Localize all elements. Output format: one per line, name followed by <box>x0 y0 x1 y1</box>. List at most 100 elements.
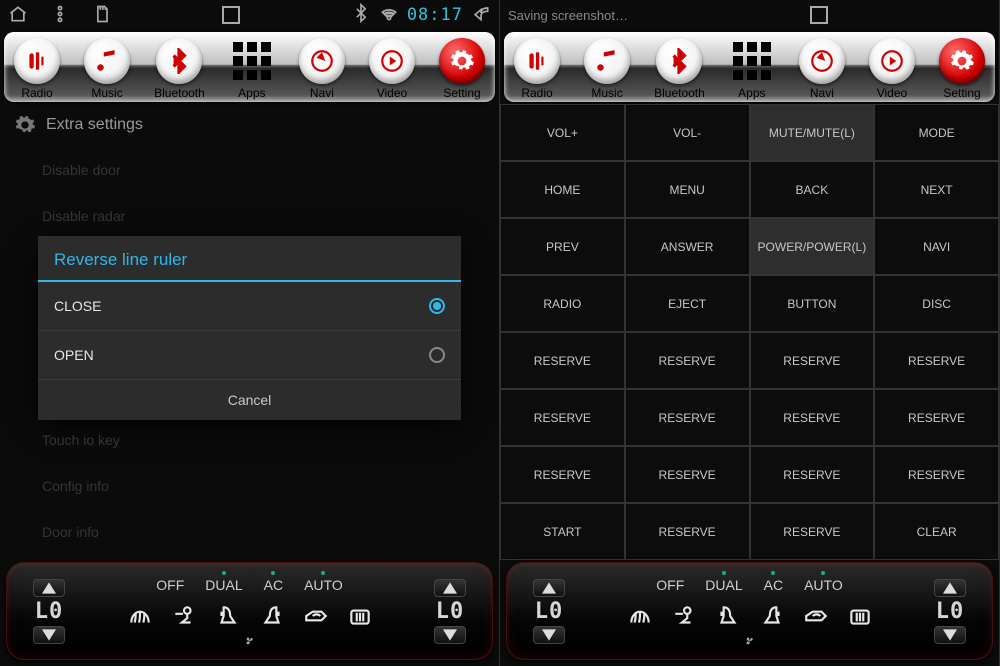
key-reserve[interactable]: RESERVE <box>625 503 750 560</box>
tool-video[interactable]: Video <box>369 38 415 100</box>
key-radio[interactable]: RADIO <box>500 275 625 332</box>
air-head-icon[interactable] <box>670 603 698 629</box>
defrost-front-icon[interactable] <box>126 603 154 629</box>
key-grid: VOL+VOL-MUTE/MUTE(L)MODE HOMEMENUBACKNEXT… <box>500 104 999 560</box>
climate-mode-off[interactable]: OFF <box>656 577 684 593</box>
seatheat-r-icon[interactable] <box>758 603 786 629</box>
climate-bar: L0 OFFDUALACAUTO L0 <box>6 562 493 660</box>
temp-down-right[interactable] <box>934 626 966 644</box>
key-eject[interactable]: EJECT <box>625 275 750 332</box>
setting-item[interactable]: Disable radar <box>0 192 499 238</box>
toolbar: Radio Music Bluetooth Apps Navi Video Se… <box>504 32 995 102</box>
key-navi[interactable]: NAVI <box>874 218 999 275</box>
key-reserve[interactable]: RESERVE <box>500 446 625 503</box>
key-reserve[interactable]: RESERVE <box>874 332 999 389</box>
clock: 08:17 <box>407 5 463 25</box>
tool-radio[interactable]: Radio <box>514 38 560 100</box>
tool-music[interactable]: Music <box>584 38 630 100</box>
key-start[interactable]: START <box>500 503 625 560</box>
key-clear[interactable]: CLEAR <box>874 503 999 560</box>
key-menu[interactable]: MENU <box>625 161 750 218</box>
key-reserve[interactable]: RESERVE <box>625 389 750 446</box>
tool-setting[interactable]: Setting <box>939 38 985 100</box>
temp-down-left[interactable] <box>533 626 565 644</box>
seatheat-r-icon[interactable] <box>258 603 286 629</box>
tool-bluetooth[interactable]: Bluetooth <box>654 38 705 100</box>
climate-mode-auto[interactable]: AUTO <box>304 577 343 593</box>
key-reserve[interactable]: RESERVE <box>750 446 875 503</box>
key-vol-[interactable]: VOL- <box>625 104 750 161</box>
key-next[interactable]: NEXT <box>874 161 999 218</box>
tool-label: Setting <box>443 86 480 100</box>
more-icon[interactable] <box>50 4 70 27</box>
climate-mode-ac[interactable]: AC <box>764 577 783 593</box>
fan-bar <box>242 633 258 649</box>
dialog-option-close[interactable]: CLOSE <box>38 282 461 331</box>
back-icon[interactable] <box>471 3 491 27</box>
key-reserve[interactable]: RESERVE <box>625 446 750 503</box>
key-reserve[interactable]: RESERVE <box>750 503 875 560</box>
tool-apps[interactable]: Apps <box>229 38 275 100</box>
home-icon[interactable] <box>8 4 28 27</box>
temp-up-right[interactable] <box>934 579 966 597</box>
climate-mode-ac[interactable]: AC <box>264 577 283 593</box>
key-reserve[interactable]: RESERVE <box>750 389 875 446</box>
dialog-option-open[interactable]: OPEN <box>38 331 461 380</box>
tool-navi[interactable]: Navi <box>799 38 845 100</box>
dialog: Reverse line ruler CLOSE OPEN Cancel <box>38 236 461 420</box>
setting-item[interactable]: Disable door <box>0 146 499 192</box>
climate-mode-dual[interactable]: DUAL <box>705 577 742 593</box>
tool-navi[interactable]: Navi <box>299 38 345 100</box>
key-back[interactable]: BACK <box>750 161 875 218</box>
temp-down-right[interactable] <box>434 626 466 644</box>
tool-radio[interactable]: Radio <box>14 38 60 100</box>
settings-title-label: Extra settings <box>46 116 143 134</box>
tool-icon <box>939 38 985 84</box>
setting-item[interactable]: Config info <box>0 462 499 508</box>
key-vol-[interactable]: VOL+ <box>500 104 625 161</box>
key-button[interactable]: BUTTON <box>750 275 875 332</box>
dialog-cancel-button[interactable]: Cancel <box>38 380 461 420</box>
climate-mode-auto[interactable]: AUTO <box>804 577 843 593</box>
tool-video[interactable]: Video <box>869 38 915 100</box>
key-reserve[interactable]: RESERVE <box>500 389 625 446</box>
key-reserve[interactable]: RESERVE <box>874 389 999 446</box>
setting-item[interactable]: Touch io key <box>0 416 499 462</box>
climate-mode-dual[interactable]: DUAL <box>205 577 242 593</box>
fan-bar <box>742 633 758 649</box>
temp-up-right[interactable] <box>434 579 466 597</box>
key-answer[interactable]: ANSWER <box>625 218 750 275</box>
recirc-icon[interactable] <box>802 603 830 629</box>
defrost-rear-icon[interactable] <box>846 603 874 629</box>
key-power-power-l-[interactable]: POWER/POWER(L) <box>750 218 875 275</box>
temp-down-left[interactable] <box>33 626 65 644</box>
bluetooth-icon <box>351 3 371 27</box>
statusbar-left: 08:17 <box>0 0 499 30</box>
seatheat-l-icon[interactable] <box>714 603 742 629</box>
key-mode[interactable]: MODE <box>874 104 999 161</box>
defrost-front-icon[interactable] <box>626 603 654 629</box>
air-head-icon[interactable] <box>170 603 198 629</box>
sd-icon[interactable] <box>92 4 112 27</box>
tool-bluetooth[interactable]: Bluetooth <box>154 38 205 100</box>
seatheat-l-icon[interactable] <box>214 603 242 629</box>
key-reserve[interactable]: RESERVE <box>625 332 750 389</box>
key-reserve[interactable]: RESERVE <box>500 332 625 389</box>
radio-on-icon <box>429 298 445 314</box>
defrost-rear-icon[interactable] <box>346 603 374 629</box>
setting-item[interactable]: Door info <box>0 508 499 554</box>
key-prev[interactable]: PREV <box>500 218 625 275</box>
recirc-icon[interactable] <box>302 603 330 629</box>
key-disc[interactable]: DISC <box>874 275 999 332</box>
key-reserve[interactable]: RESERVE <box>874 446 999 503</box>
tool-apps[interactable]: Apps <box>729 38 775 100</box>
key-reserve[interactable]: RESERVE <box>750 332 875 389</box>
temp-up-left[interactable] <box>533 579 565 597</box>
key-home[interactable]: HOME <box>500 161 625 218</box>
key-mute-mute-l-[interactable]: MUTE/MUTE(L) <box>750 104 875 161</box>
climate-mode-off[interactable]: OFF <box>156 577 184 593</box>
temp-up-left[interactable] <box>33 579 65 597</box>
tool-setting[interactable]: Setting <box>439 38 485 100</box>
tool-label: Navi <box>310 86 334 100</box>
tool-music[interactable]: Music <box>84 38 130 100</box>
